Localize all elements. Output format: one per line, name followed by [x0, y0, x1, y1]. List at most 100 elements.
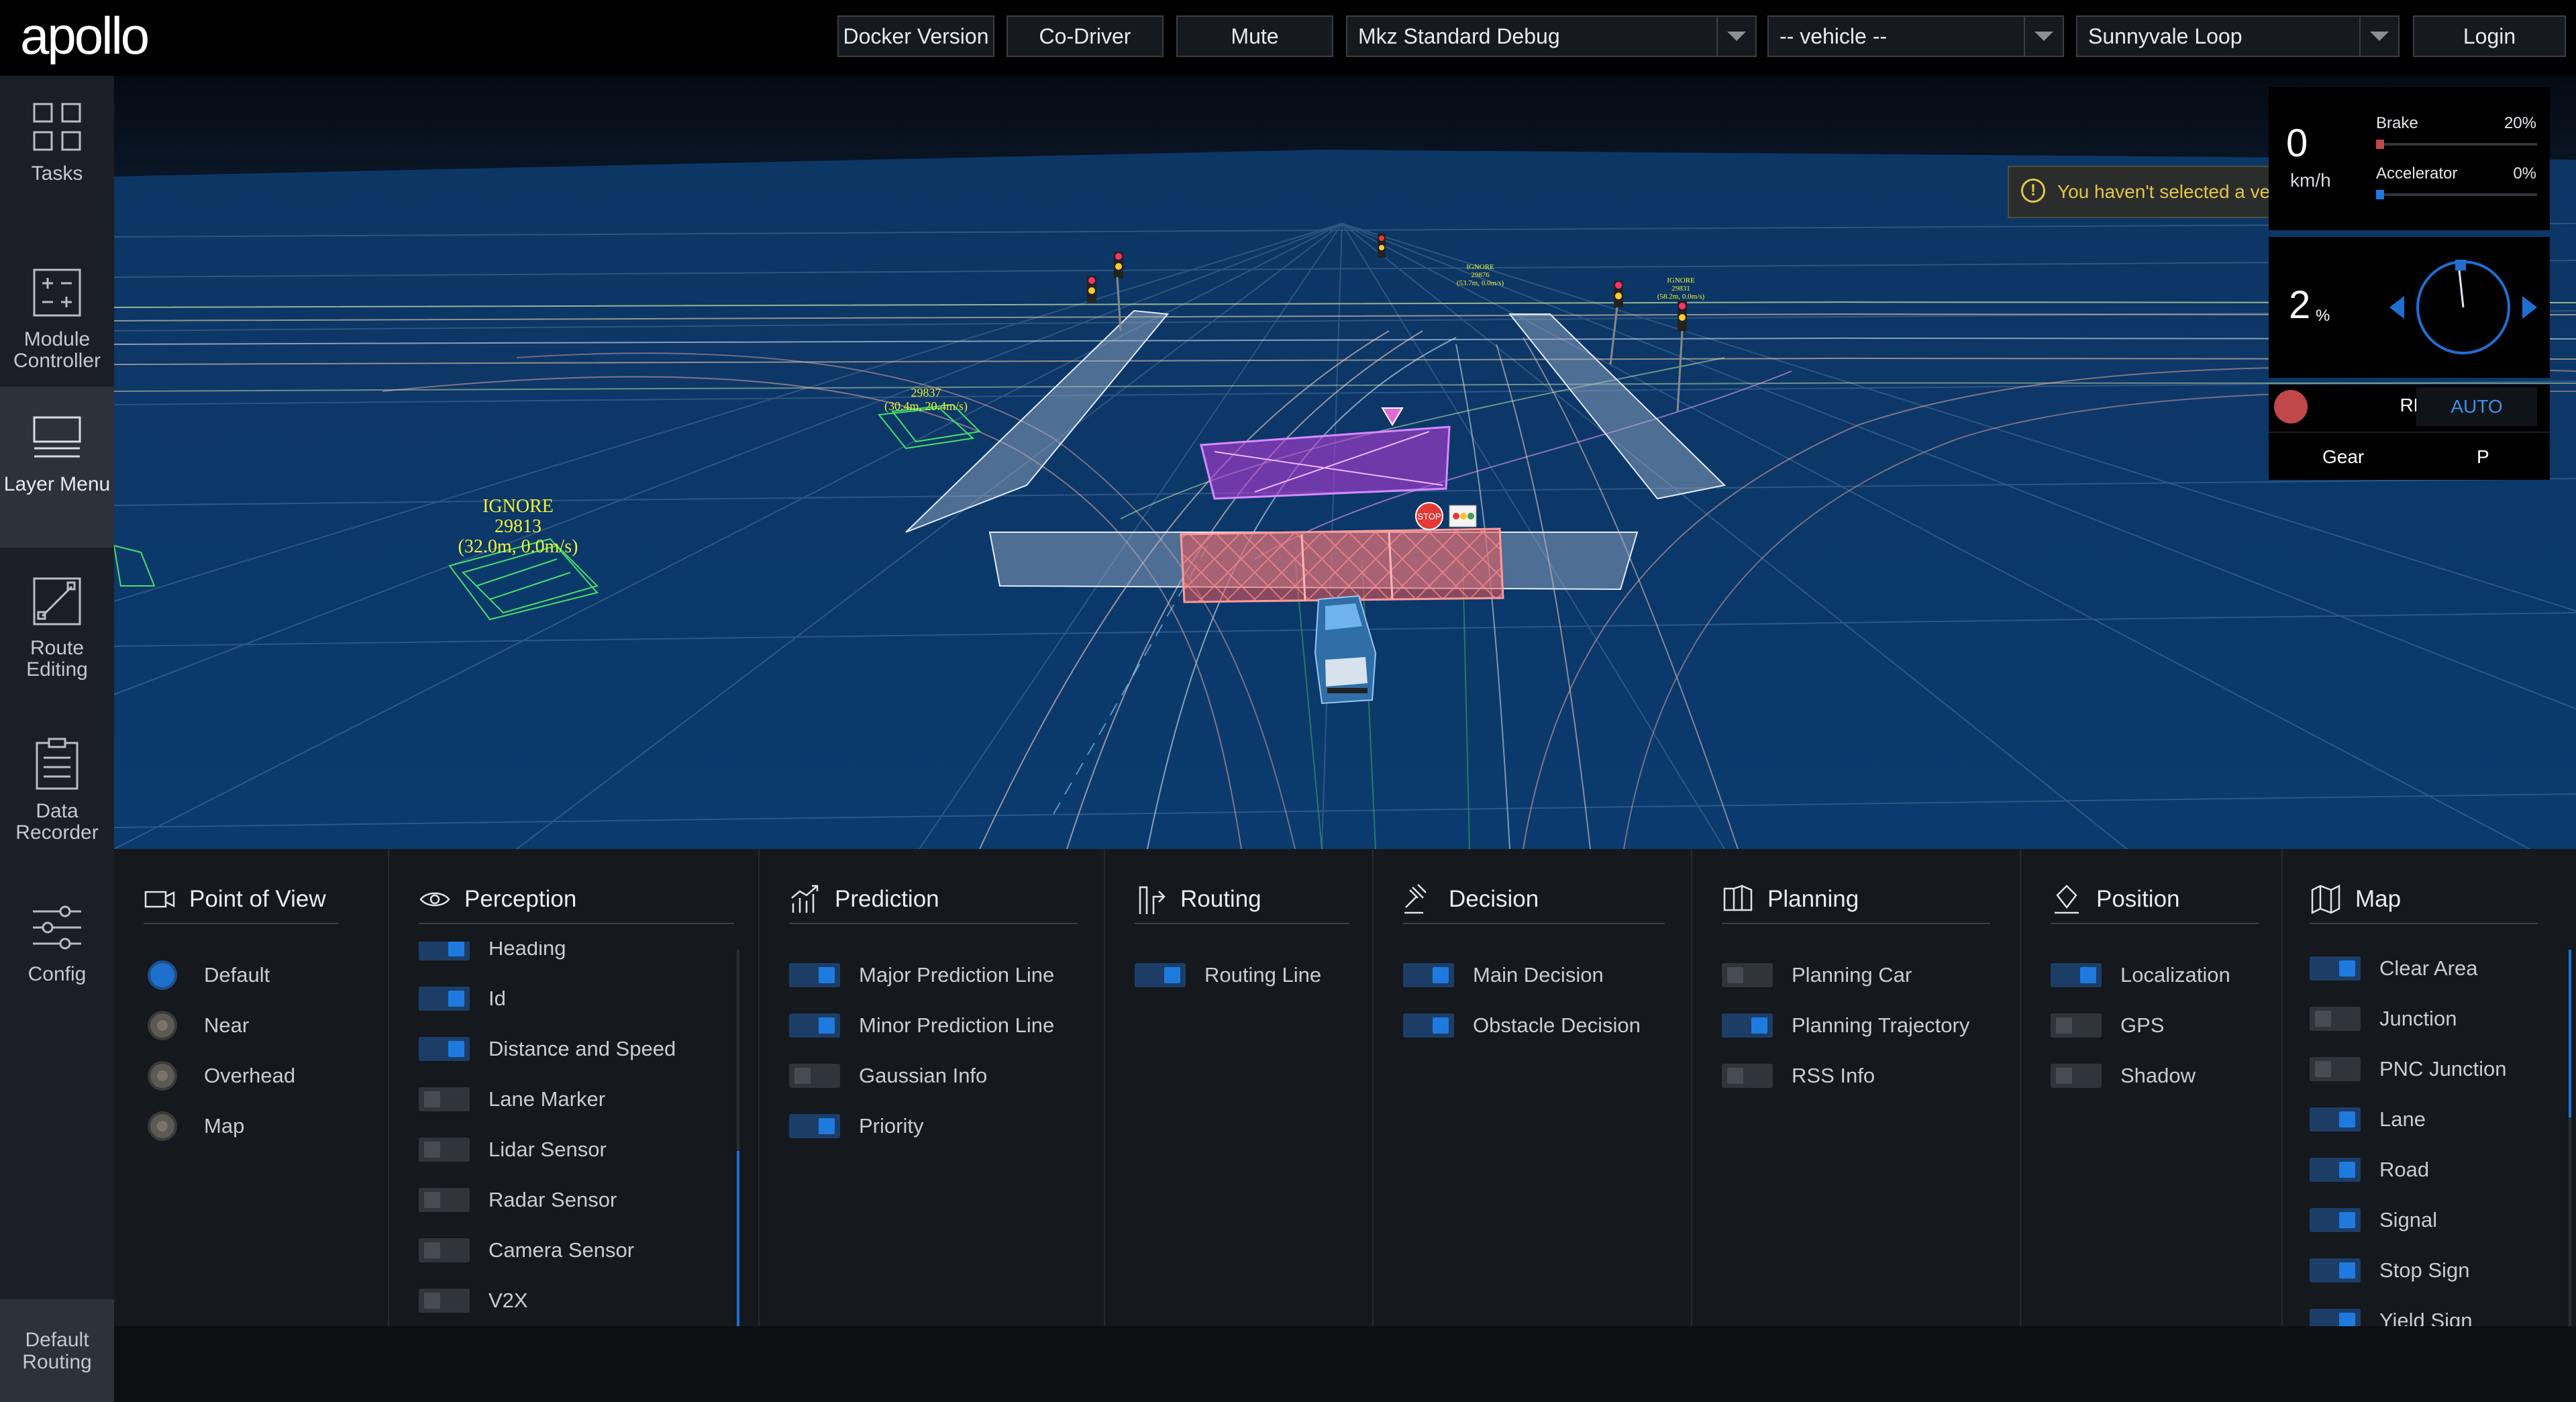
accelerator-label: Accelerator — [2376, 164, 2458, 183]
prediction-option-minor-line[interactable]: Minor Prediction Line — [789, 1009, 1054, 1042]
map-option-road[interactable]: Road — [2310, 1153, 2429, 1187]
toggle-switch[interactable] — [1403, 963, 1454, 987]
toggle-switch[interactable] — [789, 1114, 840, 1138]
sidebar-item-layer-menu[interactable]: Layer Menu — [0, 387, 114, 548]
perception-option-radar[interactable]: Radar Sensor — [419, 1183, 617, 1217]
toggle-switch[interactable] — [2051, 1064, 2102, 1088]
prediction-option-major-line[interactable]: Major Prediction Line — [789, 958, 1054, 992]
toggle-switch[interactable] — [2310, 1107, 2361, 1132]
perception-options-list[interactable]: Heading Id Distance and Speed Lane Marke… — [389, 942, 752, 1326]
perception-option-heading[interactable]: Heading — [419, 942, 566, 965]
scrollbar-thumb[interactable] — [737, 1151, 739, 1326]
toggle-switch[interactable] — [419, 1238, 470, 1262]
mute-button[interactable]: Mute — [1176, 15, 1333, 57]
planning-option-trajectory[interactable]: Planning Trajectory — [1722, 1009, 1969, 1042]
radio-button[interactable] — [148, 1011, 177, 1040]
chevron-down-icon[interactable] — [2359, 17, 2398, 56]
login-button[interactable]: Login — [2413, 15, 2566, 57]
obstacle-label-line: 29837 — [911, 386, 941, 399]
toggle-switch[interactable] — [419, 942, 470, 960]
section-title: Map — [2355, 886, 2402, 912]
map-scrollbar[interactable] — [2569, 950, 2571, 1326]
map-option-pnc-junction[interactable]: PNC Junction — [2310, 1052, 2507, 1086]
toggle-switch[interactable] — [1403, 1013, 1454, 1038]
prediction-option-priority[interactable]: Priority — [789, 1109, 923, 1143]
sidebar-item-config[interactable]: Config — [0, 877, 114, 1038]
mode-select[interactable]: Mkz Standard Debug — [1346, 15, 1757, 57]
pov-option-default[interactable]: Default — [144, 958, 270, 992]
position-option-gps[interactable]: GPS — [2051, 1009, 2164, 1042]
toggle-switch[interactable] — [789, 1064, 840, 1088]
chevron-down-icon[interactable] — [2024, 17, 2063, 56]
docker-version-button[interactable]: Docker Version — [837, 15, 994, 57]
toggle-switch[interactable] — [1135, 963, 1186, 987]
sidebar-item-route-editing[interactable]: Route Editing — [0, 550, 114, 711]
sidebar-item-tasks[interactable]: Tasks — [0, 76, 114, 237]
toggle-switch[interactable] — [419, 1037, 470, 1061]
pov-option-near[interactable]: Near — [144, 1009, 249, 1042]
co-driver-button[interactable]: Co-Driver — [1007, 15, 1164, 57]
scrollbar-thumb[interactable] — [2569, 950, 2571, 1117]
divider — [1135, 923, 1349, 924]
pov-option-map[interactable]: Map — [144, 1109, 244, 1143]
chart-icon — [791, 885, 819, 913]
toggle-switch[interactable] — [2051, 1013, 2102, 1038]
position-option-localization[interactable]: Localization — [2051, 958, 2230, 992]
toggle-switch[interactable] — [2310, 1057, 2361, 1081]
option-label: Road — [2379, 1158, 2430, 1181]
option-label: Lane Marker — [488, 1087, 606, 1111]
prediction-option-gaussian[interactable]: Gaussian Info — [789, 1059, 987, 1093]
toggle-switch[interactable] — [419, 1188, 470, 1212]
perception-scrollbar[interactable] — [737, 950, 739, 1326]
planning-option-car[interactable]: Planning Car — [1722, 958, 1912, 992]
toggle-switch[interactable] — [419, 1138, 470, 1162]
toggle-switch[interactable] — [2310, 1158, 2361, 1182]
map-option-clear-area[interactable]: Clear Area — [2310, 952, 2477, 985]
decision-option-obstacle[interactable]: Obstacle Decision — [1403, 1009, 1641, 1042]
perception-section: Perception Heading Id Distance and Speed… — [389, 849, 760, 1326]
scene-view[interactable]: STOP IGNORE 29813 (32.0m, 0.0m/s) 29837 … — [114, 76, 2576, 849]
toggle-switch[interactable] — [2310, 1309, 2361, 1326]
radio-button[interactable] — [148, 1111, 177, 1141]
perception-option-distance-speed[interactable]: Distance and Speed — [419, 1032, 676, 1066]
perception-option-lidar[interactable]: Lidar Sensor — [419, 1133, 607, 1166]
radio-button[interactable] — [148, 960, 177, 990]
toggle-switch[interactable] — [2051, 963, 2102, 987]
toggle-switch[interactable] — [2310, 956, 2361, 981]
toggle-switch[interactable] — [1722, 1013, 1773, 1038]
sidebar-item-module-controller[interactable]: Module Controller — [0, 242, 114, 403]
default-routing-button[interactable]: Default Routing — [0, 1299, 114, 1402]
option-label: Planning Car — [1792, 963, 1912, 987]
map-option-lane[interactable]: Lane — [2310, 1103, 2426, 1136]
map-option-junction[interactable]: Junction — [2310, 1002, 2457, 1036]
radio-button[interactable] — [148, 1061, 177, 1091]
perception-option-lane-marker[interactable]: Lane Marker — [419, 1083, 605, 1116]
position-option-shadow[interactable]: Shadow — [2051, 1059, 2196, 1093]
planning-option-rss[interactable]: RSS Info — [1722, 1059, 1875, 1093]
perception-option-camera[interactable]: Camera Sensor — [419, 1234, 634, 1267]
toggle-switch[interactable] — [2310, 1007, 2361, 1031]
toggle-switch[interactable] — [419, 987, 470, 1011]
option-label: Shadow — [2120, 1064, 2196, 1087]
map-select[interactable]: Sunnyvale Loop — [2076, 15, 2400, 57]
pov-option-overhead[interactable]: Overhead — [144, 1059, 295, 1093]
map-option-signal[interactable]: Signal — [2310, 1203, 2437, 1237]
toggle-switch[interactable] — [789, 963, 840, 987]
vehicle-select[interactable]: -- vehicle -- — [1767, 15, 2064, 57]
toggle-switch[interactable] — [1722, 963, 1773, 987]
map-option-stop-sign[interactable]: Stop Sign — [2310, 1254, 2469, 1287]
map-options-list[interactable]: Clear Area Junction PNC Junction Lane Ro… — [2283, 935, 2565, 1326]
sidebar-item-data-recorder[interactable]: Data Recorder — [0, 713, 114, 874]
toggle-switch[interactable] — [1722, 1064, 1773, 1088]
toggle-switch[interactable] — [2310, 1258, 2361, 1283]
perception-option-id[interactable]: Id — [419, 982, 506, 1015]
toggle-switch[interactable] — [789, 1013, 840, 1038]
routing-option-routing-line[interactable]: Routing Line — [1135, 958, 1321, 992]
decision-option-main[interactable]: Main Decision — [1403, 958, 1604, 992]
toggle-switch[interactable] — [419, 1087, 470, 1111]
toggle-switch[interactable] — [419, 1289, 470, 1313]
perception-option-v2x[interactable]: V2X — [419, 1284, 528, 1317]
map-option-yield-sign[interactable]: Yield Sign — [2310, 1304, 2472, 1326]
chevron-down-icon[interactable] — [1716, 17, 1755, 56]
toggle-switch[interactable] — [2310, 1208, 2361, 1232]
